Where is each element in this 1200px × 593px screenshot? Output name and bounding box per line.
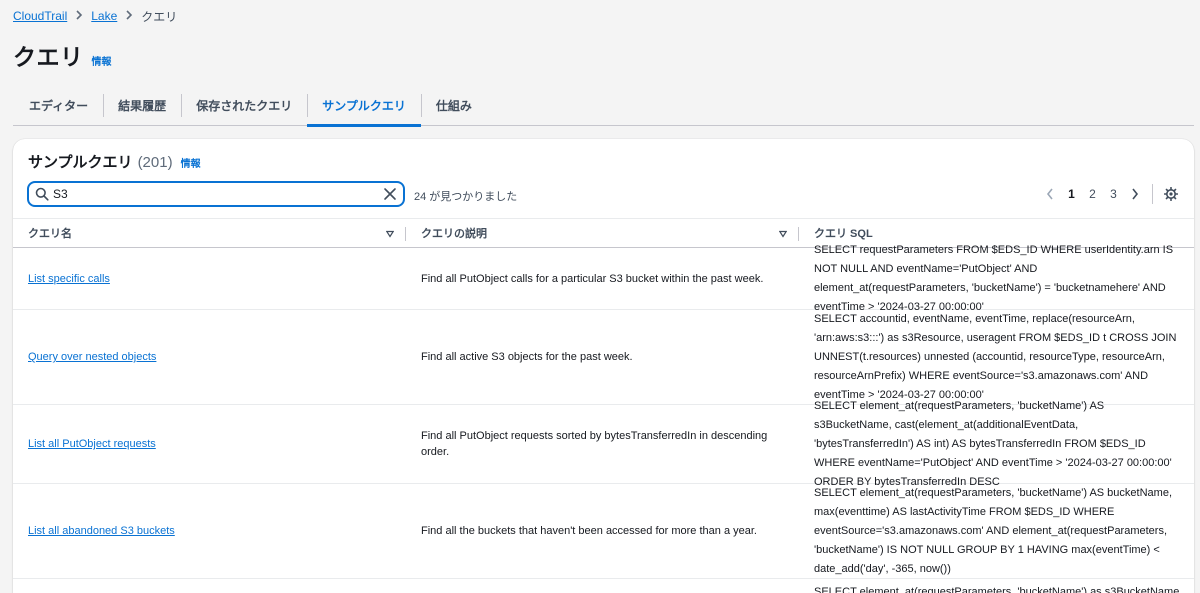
breadcrumb-current: クエリ <box>141 9 178 24</box>
column-header-name[interactable]: クエリ名 <box>13 219 406 247</box>
tab-saved-queries[interactable]: 保存されたクエリ <box>181 86 307 125</box>
table-row: SELECT element_at(requestParameters, 'bu… <box>13 579 1194 593</box>
divider <box>1152 184 1153 204</box>
tab-editor[interactable]: エディター <box>13 86 103 125</box>
search-box <box>27 181 405 207</box>
query-sql: SELECT element_at(requestParameters, 'bu… <box>814 399 1172 488</box>
tab-result-history[interactable]: 結果履歴 <box>103 86 181 125</box>
column-label: クエリの説明 <box>421 228 487 240</box>
sort-icon[interactable] <box>385 229 395 238</box>
query-name-cell: Query over nested objects <box>13 351 406 363</box>
query-sql: SELECT accountid, eventName, eventTime, … <box>814 312 1177 401</box>
chevron-right-icon[interactable] <box>1124 183 1146 205</box>
query-description: Find all active S3 objects for the past … <box>421 351 633 363</box>
tab-bar: エディター 結果履歴 保存されたクエリ サンプルクエリ 仕組み <box>13 86 1194 127</box>
page-button-1[interactable]: 1 <box>1061 187 1082 201</box>
breadcrumb-cloudtrail[interactable]: CloudTrail <box>13 9 67 23</box>
query-name-cell: List all abandoned S3 buckets <box>13 525 406 537</box>
query-name-cell: List all PutObject requests <box>13 438 406 450</box>
query-name-link[interactable]: List all PutObject requests <box>28 438 156 450</box>
query-name-cell: List specific calls <box>13 273 406 285</box>
chevron-right-icon <box>125 9 133 23</box>
column-header-description[interactable]: クエリの説明 <box>406 219 799 247</box>
chevron-right-icon <box>75 9 83 23</box>
query-description: Find all PutObject requests sorted by by… <box>421 430 768 458</box>
info-link[interactable]: 情報 <box>92 53 112 68</box>
search-input[interactable] <box>53 185 373 203</box>
gear-icon[interactable] <box>1162 185 1180 203</box>
query-description: Find all the buckets that haven't been a… <box>421 525 757 537</box>
query-name-link[interactable]: List specific calls <box>28 273 110 285</box>
query-sql: SELECT element_at(requestParameters, 'bu… <box>814 486 1172 575</box>
pagination: 1 2 3 <box>1039 183 1180 205</box>
query-name-link[interactable]: List all abandoned S3 buckets <box>28 525 175 537</box>
queries-table: クエリ名 クエリの説明 クエリ SQL List specific calls … <box>13 218 1194 593</box>
table-header: クエリ名 クエリの説明 クエリ SQL <box>13 218 1194 248</box>
tab-how-it-works[interactable]: 仕組み <box>420 86 487 125</box>
column-label: クエリ名 <box>28 228 72 240</box>
page-button-3[interactable]: 3 <box>1103 187 1124 201</box>
search-icon <box>35 187 49 201</box>
page-header: クエリ 情報 <box>13 38 112 72</box>
match-count: 24 が見つかりました <box>414 191 518 203</box>
chevron-left-icon[interactable] <box>1039 183 1061 205</box>
query-sql: SELECT requestParameters FROM $EDS_ID WH… <box>814 243 1174 313</box>
tab-sample-queries[interactable]: サンプルクエリ <box>307 86 421 127</box>
query-sql: SELECT element_at(requestParameters, 'bu… <box>814 586 1180 593</box>
panel-title: サンプルクエリ <box>28 154 133 171</box>
query-name-link[interactable]: Query over nested objects <box>28 351 156 363</box>
page-title: クエリ <box>13 44 84 70</box>
page-button-2[interactable]: 2 <box>1082 187 1103 201</box>
breadcrumb-lake[interactable]: Lake <box>91 9 117 23</box>
column-header-sql: クエリ SQL <box>799 219 1194 247</box>
panel-count: (201) <box>137 154 173 171</box>
table-row: List specific calls Find all PutObject c… <box>13 244 1194 313</box>
query-description: Find all PutObject calls for a particula… <box>421 272 764 285</box>
panel-info-link[interactable]: 情報 <box>181 155 201 170</box>
column-label: クエリ SQL <box>814 228 873 240</box>
sample-queries-panel: サンプルクエリ (201) 情報 24 が見つかりました 1 2 3 <box>13 139 1194 593</box>
table-row: List all PutObject requests Find all Put… <box>13 400 1194 488</box>
panel-header: サンプルクエリ (201) 情報 <box>28 151 201 172</box>
breadcrumb: CloudTrail Lake クエリ <box>13 8 177 24</box>
table-row: List all abandoned S3 buckets Find all t… <box>13 484 1194 579</box>
close-icon[interactable] <box>383 187 397 201</box>
table-row: Query over nested objects Find all activ… <box>13 310 1194 405</box>
sort-icon[interactable] <box>778 229 788 238</box>
